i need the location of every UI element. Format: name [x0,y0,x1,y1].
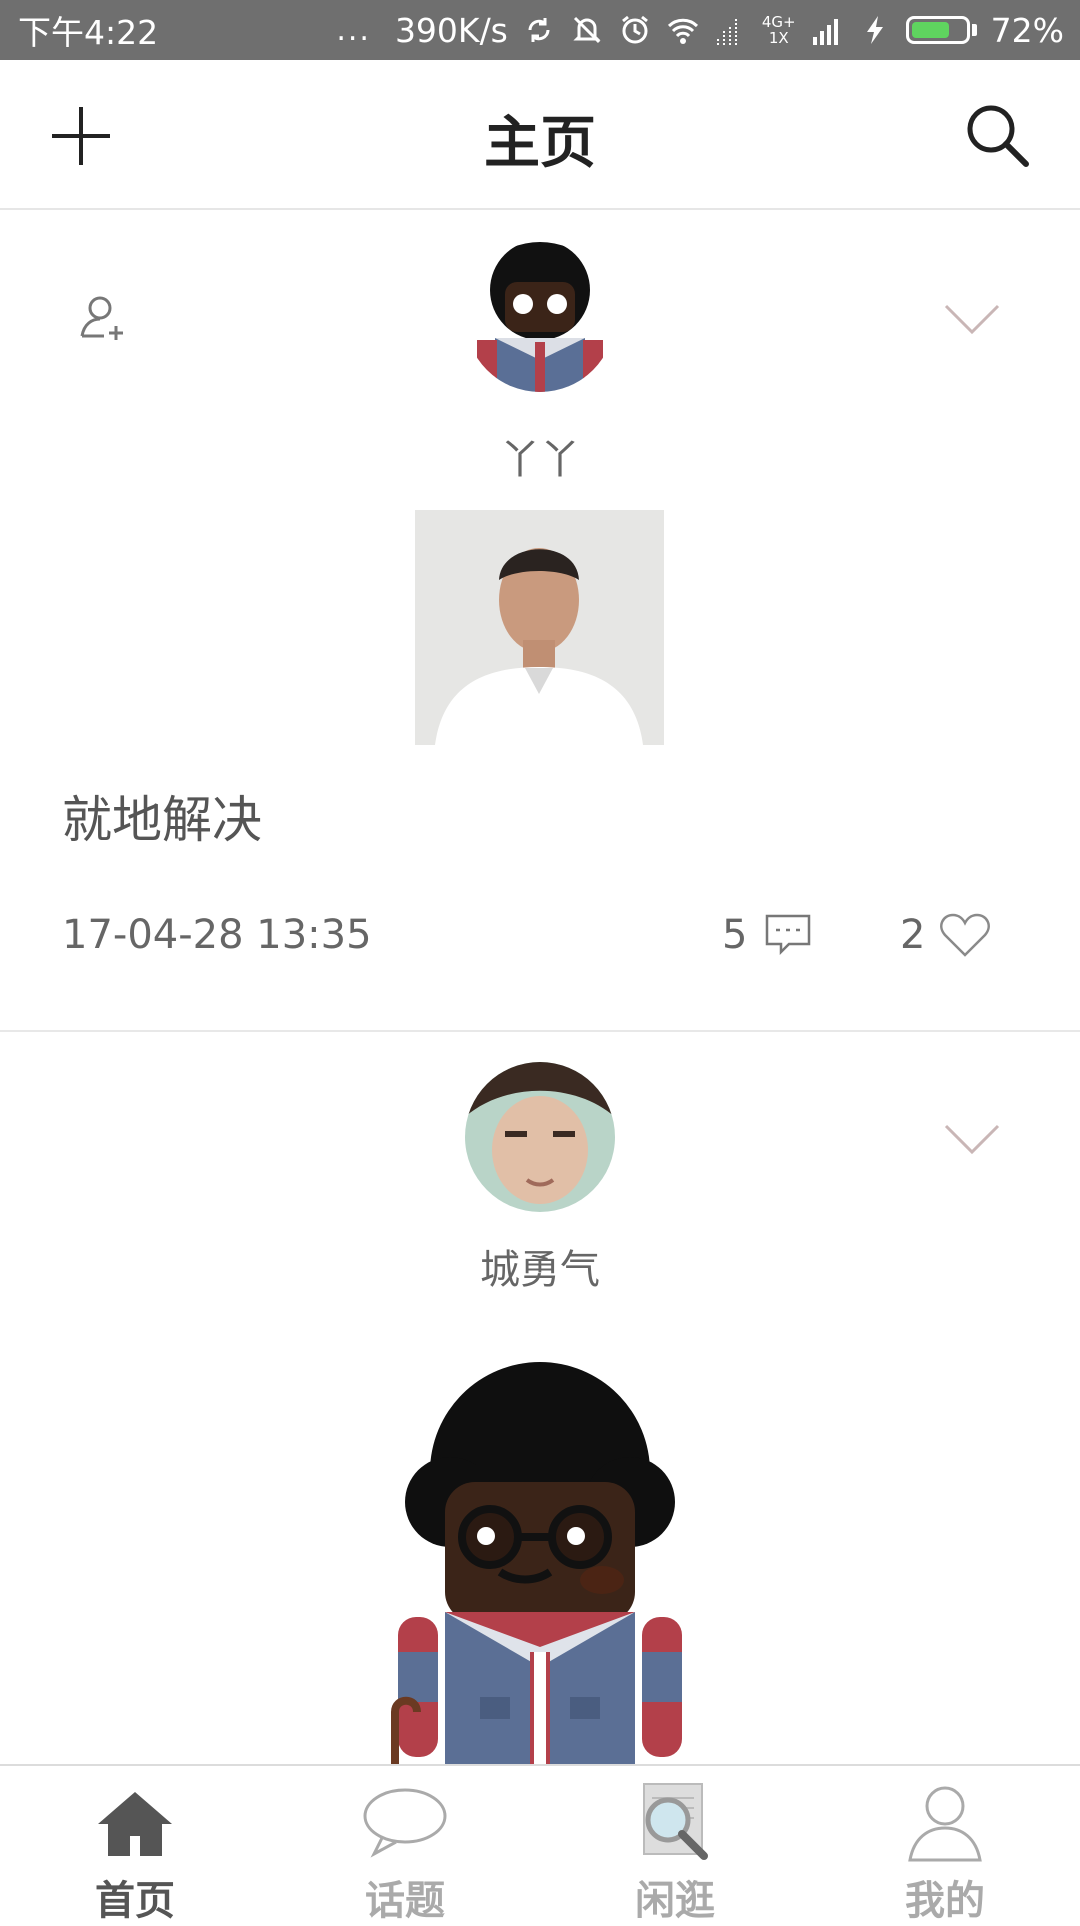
signal-bars-icon [716,19,737,45]
tab-topics[interactable]: 话题 [270,1766,540,1924]
search-icon[interactable] [964,102,1030,168]
character-illustration [370,1352,710,1764]
battery-tip [971,24,977,36]
status-icons: ... 390K/s 4G+ 1X 72% [336,11,1064,50]
post-username[interactable]: 城勇气 [0,1237,1080,1295]
tab-home[interactable]: 首页 [0,1766,270,1924]
post-username[interactable]: 丫丫 [0,427,1080,485]
home-icon [98,1792,172,1856]
like-button[interactable]: 2 [900,912,991,958]
tab-label: 话题 [365,1878,445,1924]
post-photo[interactable] [415,510,664,745]
battery-percent: 72% [990,10,1064,50]
tab-label: 首页 [95,1878,175,1924]
network-type-top: 4G+ [761,13,796,31]
follow-user-icon[interactable] [78,292,130,344]
avatar[interactable] [465,1062,615,1212]
battery-shell [905,16,970,44]
like-count: 2 [900,912,926,958]
status-time: 下午4:22 [18,13,159,52]
feed: 丫丫 就地解决 17-04-28 13:35 5 2 城勇气 [0,212,1080,1764]
person-icon [908,1786,982,1862]
avatar-photo [465,1062,615,1212]
chevron-down-icon[interactable] [944,1122,1000,1156]
page-title: 主页 [484,111,596,176]
bottom-tab-bar: 首页 话题 闲逛 我的 [0,1764,1080,1924]
feed-post[interactable]: 城勇气 [0,1032,1080,1764]
tab-label: 闲逛 [635,1878,715,1924]
post-image[interactable] [370,1352,710,1764]
avatar-illustration [465,242,615,392]
post-text: 就地解决 [62,791,262,849]
speech-bubble-icon [363,1788,447,1858]
comment-icon [766,914,811,956]
alarm-icon [621,15,648,44]
top-bar: 主页 [0,60,1080,210]
signal-strength-icon [812,19,838,45]
portrait-photo [415,510,664,745]
status-dots: ... [336,12,371,48]
wifi-icon [667,18,698,44]
avatar[interactable] [465,242,615,392]
bell-muted-icon [573,16,601,44]
charging-icon [866,16,883,44]
post-meta: 17-04-28 13:35 5 2 [62,912,1002,972]
network-type-bottom: 1X [768,29,789,47]
heart-icon [940,913,991,957]
battery-fill [911,22,950,38]
chevron-down-icon[interactable] [944,302,1000,336]
tab-mine[interactable]: 我的 [810,1766,1080,1924]
sync-icon [528,18,550,42]
feed-post[interactable]: 丫丫 就地解决 17-04-28 13:35 5 2 [0,212,1080,1032]
tab-browse[interactable]: 闲逛 [540,1766,810,1924]
battery-indicator [905,16,977,44]
network-type: 4G+ 1X [762,14,796,46]
status-bar: 下午4:22 ... 390K/s 4G+ 1X 72% [0,0,1080,60]
tab-label: 我的 [905,1878,985,1924]
magnifier-document-icon [643,1783,708,1860]
network-speed: 390K/s [394,10,508,50]
comment-button[interactable]: 5 [722,912,811,958]
comment-count: 5 [722,912,748,958]
post-date: 17-04-28 13:35 [62,912,372,958]
